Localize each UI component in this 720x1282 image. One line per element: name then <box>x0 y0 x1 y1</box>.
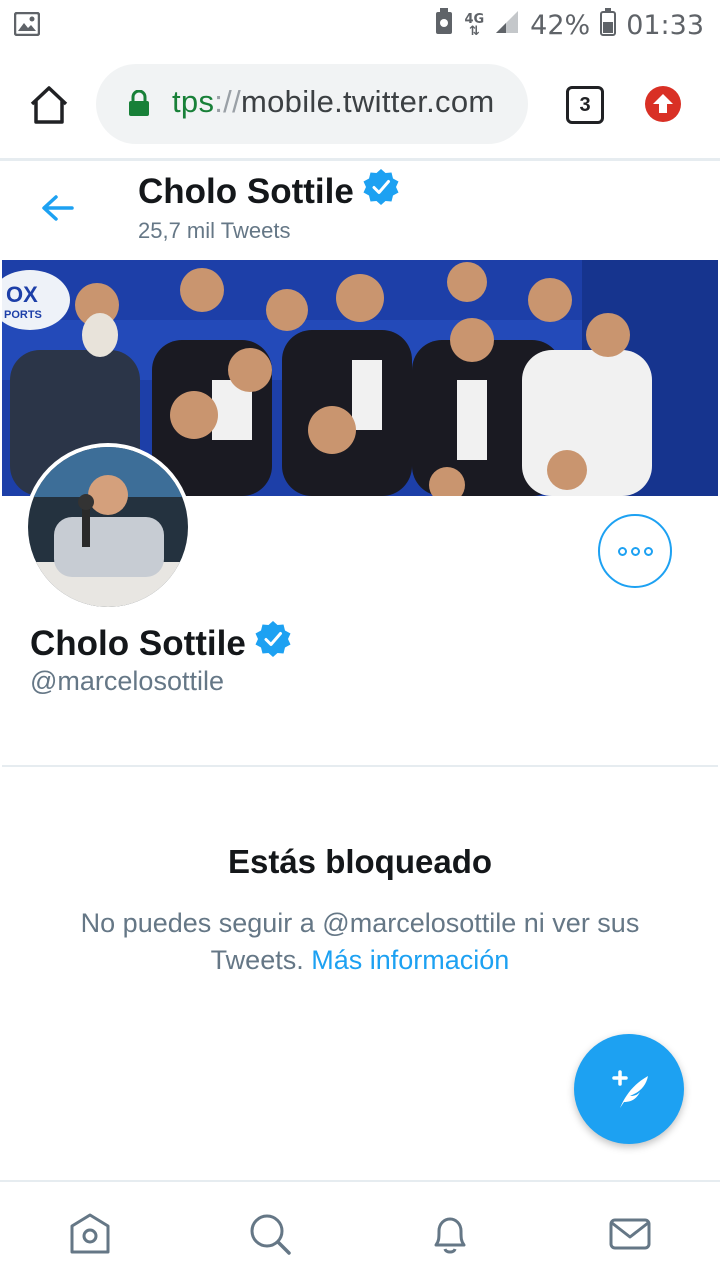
update-icon[interactable] <box>645 86 681 122</box>
lock-icon <box>128 89 150 121</box>
search-icon[interactable] <box>248 1212 292 1256</box>
status-bar: 4G ⇅ 42% 01:33 <box>0 0 720 52</box>
profile-name-row: Cholo Sottile <box>30 620 292 667</box>
verified-badge-icon <box>362 168 400 215</box>
blocked-title: Estás bloqueado <box>227 843 493 880</box>
svg-text:PORTS: PORTS <box>4 309 42 321</box>
messages-icon[interactable] <box>608 1212 652 1256</box>
back-arrow-icon[interactable] <box>38 188 78 228</box>
header-name: Cholo Sottile <box>138 171 354 211</box>
url-text[interactable]: tps://mobile.twitter.com <box>172 84 495 120</box>
header-title: Cholo Sottile <box>138 168 400 215</box>
profile-handle: @marcelosottile <box>30 666 224 696</box>
address-bar[interactable]: tps://mobile.twitter.com <box>96 64 528 144</box>
signal-icon <box>494 9 520 42</box>
profile-name: Cholo Sottile <box>30 623 246 663</box>
svg-text:OX: OX <box>6 282 38 307</box>
network-type: 4G ⇅ <box>464 11 485 39</box>
compose-tweet-button[interactable] <box>574 1034 684 1144</box>
profile-avatar[interactable] <box>28 447 188 607</box>
more-dot-icon <box>630 546 640 556</box>
battery-icon <box>600 8 617 43</box>
toolbar-divider <box>0 158 720 161</box>
more-dot-icon <box>643 546 653 556</box>
home-icon[interactable] <box>68 1212 112 1256</box>
blocked-message: No puedes seguir a @marcelosottile ni ve… <box>60 905 660 979</box>
browser-toolbar: tps://mobile.twitter.com 3 <box>0 52 720 158</box>
battery-saver-icon <box>434 8 454 43</box>
clock: 01:33 <box>626 10 704 41</box>
browser-home-icon[interactable] <box>26 82 72 128</box>
tweet-count: 25,7 mil Tweets <box>138 218 291 243</box>
battery-percent: 42% <box>530 10 591 41</box>
tab-switcher-button[interactable]: 3 <box>566 86 604 124</box>
verified-badge-icon <box>254 620 292 667</box>
gallery-notification-icon <box>13 11 41 41</box>
compose-quill-icon <box>612 1070 648 1108</box>
notifications-icon[interactable] <box>428 1212 472 1256</box>
more-options-button[interactable] <box>598 514 672 588</box>
more-dot-icon <box>617 546 627 556</box>
more-info-link[interactable]: Más información <box>311 945 509 975</box>
bottom-navigation <box>0 1180 720 1282</box>
section-divider <box>2 765 718 767</box>
